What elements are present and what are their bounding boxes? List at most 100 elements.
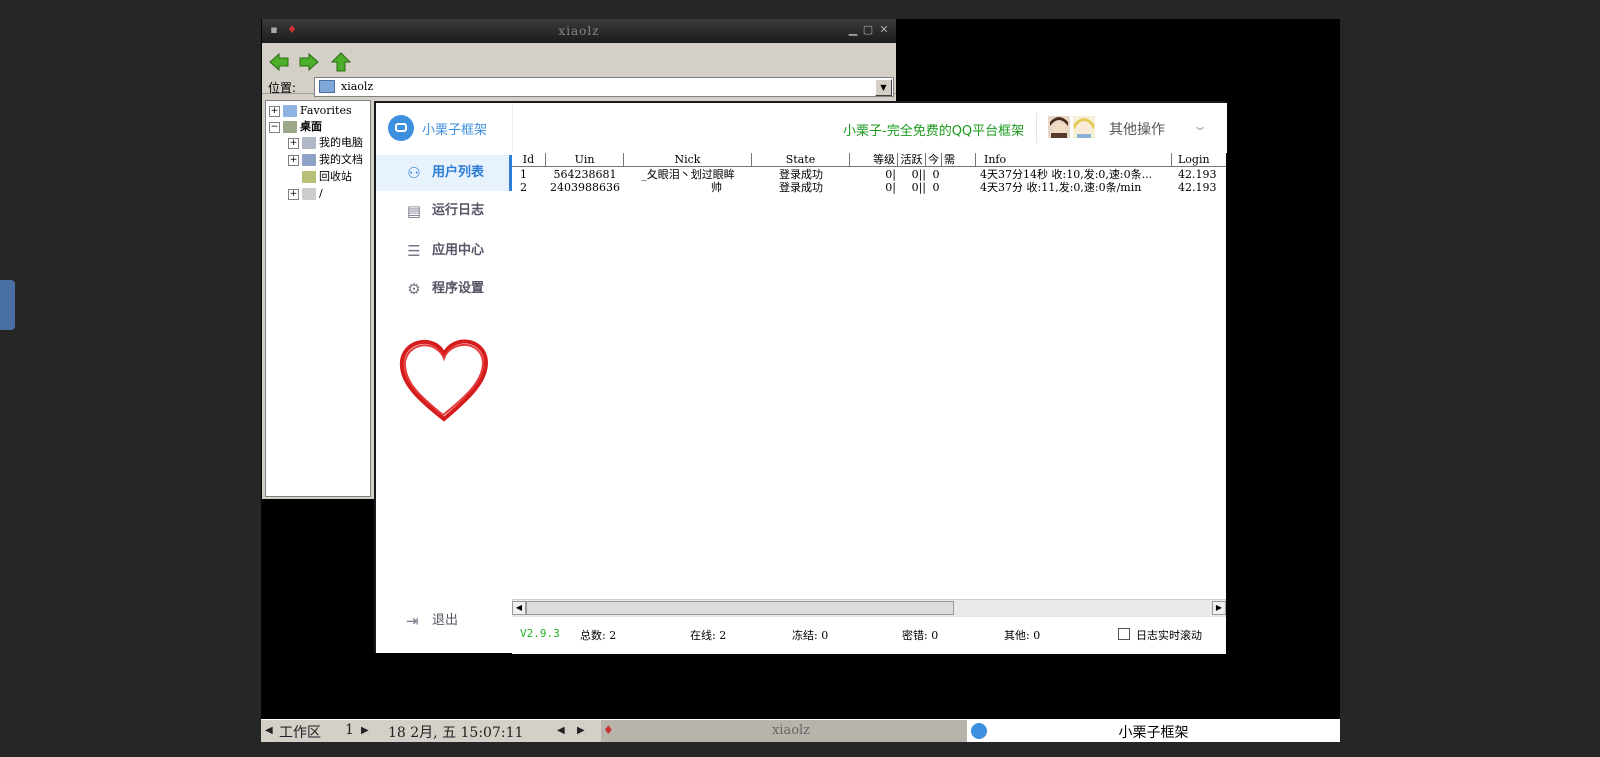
cell-active[interactable]: 0|| [898,181,926,194]
version-label: V2.9.3 [520,627,560,640]
side-panel-handle[interactable] [0,280,15,330]
user-icon: ⚇ [407,164,421,182]
taskbar-window-xiaolz[interactable]: ♦ xiaolz [601,720,981,742]
cell-id[interactable]: 1 [520,168,527,181]
cell-state[interactable]: 登录成功 [752,181,850,194]
cell-state[interactable]: 登录成功 [752,168,850,181]
cell-level[interactable]: 0| [850,181,896,194]
task-prev-icon[interactable]: ◀ [557,725,565,736]
taskbar-window-xiaolizi[interactable]: 小栗子框架 [967,720,1340,742]
cell-level[interactable]: 0| [850,168,896,181]
nav-settings[interactable]: ⚙ 程序设置 [376,271,512,307]
sidebar: 小栗子框架 ⚇ 用户列表 ▤ 运行日志 ☰ 应用中心 ⚙ 程序设置 ⇥ 退出 [376,103,512,653]
taskbar: ◀ 工作区 1 ▶ 18 2月, 五 15:07:11 ◀ ▶ ♦ xiaolz… [261,719,1340,742]
app-header: 小栗子-完全免费的QQ平台框架 其他操作 ⌄ [512,103,1227,153]
cell-nick[interactable]: _夂眼泪丶划过眼眸 [624,168,752,181]
cell-id[interactable]: 2 [520,181,527,194]
cell-active[interactable]: 0|| [898,168,926,181]
nav-app-center[interactable]: ☰ 应用中心 [376,233,512,269]
nav-label: 程序设置 [432,281,485,296]
cell-need[interactable] [942,181,976,194]
cell-login[interactable]: 42.193 [1178,168,1226,181]
column-header-need[interactable]: 需 [942,153,976,167]
avatar-boy-icon[interactable] [1048,116,1070,138]
cell-login[interactable]: 42.193 [1178,181,1226,194]
online-count: 在线: 2 [690,629,727,642]
workspace-next-icon[interactable]: ▶ [361,725,369,736]
back-arrow-icon[interactable] [268,51,290,73]
list-icon: ☰ [407,242,421,260]
folder-icon [283,105,297,117]
user-table: Id Uin Nick State 等级 活跃 今 需 Info Login 1… [512,153,1226,599]
column-header-today[interactable]: 今 [926,153,942,167]
tree-node-recycle-bin[interactable]: 回收站 [302,169,352,185]
tree-node-favorites[interactable]: + Favorites [269,103,352,119]
logout-button[interactable]: ⇥ 退出 [376,603,512,639]
column-header-id[interactable]: Id [512,153,546,167]
log-scroll-checkbox[interactable] [1118,628,1130,640]
column-header-active[interactable]: 活跃 [898,153,926,167]
scroll-left-icon[interactable]: ◀ [512,601,526,615]
other-count: 其他: 0 [1004,629,1041,642]
workspace-label[interactable]: 工作区 [279,722,321,742]
tree-node-root[interactable]: + / [288,186,323,202]
collapse-icon[interactable]: − [269,121,280,133]
tree-node-my-documents[interactable]: + 我的文档 [288,152,363,168]
cell-today[interactable]: 0 [930,181,942,194]
cell-uin[interactable]: 2403988636 [546,181,624,194]
logo-robot-icon [388,115,414,141]
cell-need[interactable] [942,168,976,181]
drive-icon [302,188,316,200]
column-header-state[interactable]: State [752,153,850,167]
chevron-down-icon[interactable]: ⌄ [1192,119,1208,133]
column-header-info[interactable]: Info [976,153,1172,167]
workspace-number[interactable]: 1 [345,722,354,738]
expand-icon[interactable]: + [288,154,299,166]
file-manager-titlebar[interactable]: ▪ ♦ xiaolz ▁ ▢ ✕ [262,19,896,43]
maximize-icon[interactable]: ▢ [862,24,874,36]
nav-label: 应用中心 [432,243,485,258]
column-header-level[interactable]: 等级 [850,153,898,167]
scrollbar-thumb[interactable] [526,601,954,615]
cell-info[interactable]: 4天37分14秒 收:10,发:0,速:0条... [980,168,1172,181]
dropdown-arrow-icon[interactable]: ▼ [875,79,892,96]
column-header-login[interactable]: Login [1172,153,1226,167]
cell-today[interactable]: 0 [930,168,942,181]
location-combobox[interactable]: xiaolz ▼ [314,77,894,97]
horizontal-scrollbar[interactable]: ◀ ▶ [512,599,1226,616]
expand-icon[interactable]: + [288,137,299,149]
recycle-bin-icon [302,171,316,183]
folder-tree: + Favorites − 桌面 + 我的电脑 + 我的文档 回收站 + / [265,100,371,497]
scroll-right-icon[interactable]: ▶ [1212,601,1226,615]
expand-icon[interactable]: + [269,105,280,117]
header-divider [1036,113,1037,143]
task-next-icon[interactable]: ▶ [577,725,585,736]
column-header-uin[interactable]: Uin [546,153,624,167]
gear-icon: ⚙ [407,280,421,298]
status-bar: V2.9.3 总数: 2 在线: 2 冻结: 0 密错: 0 其他: 0 日志实… [512,616,1226,654]
cell-uin[interactable]: 564238681 [546,168,624,181]
location-label: 位置: [268,81,297,95]
cell-nick[interactable]: 帅 [624,181,752,194]
other-operations-menu[interactable]: 其他操作 [1109,119,1165,139]
tree-node-desktop[interactable]: − 桌面 [269,119,322,135]
total-count: 总数: 2 [580,629,617,642]
location-value: xiaolz [341,80,374,93]
column-header-nick[interactable]: Nick [624,153,752,167]
up-arrow-icon[interactable] [330,51,352,73]
cell-info[interactable]: 4天37分 收:11,发:0,速:0条/min [980,181,1172,194]
nav-run-log[interactable]: ▤ 运行日志 [376,193,512,229]
forward-arrow-icon[interactable] [298,51,320,73]
tree-node-my-computer[interactable]: + 我的电脑 [288,135,363,151]
slogan-text: 小栗子-完全免费的QQ平台框架 [843,124,1025,139]
documents-icon [302,154,316,166]
avatar-girl-icon[interactable] [1073,116,1095,138]
expand-icon[interactable]: + [288,188,299,200]
minimize-icon[interactable]: ▁ [847,24,859,36]
log-scroll-label: 日志实时滚动 [1136,629,1202,642]
workspace-prev-icon[interactable]: ◀ [265,725,273,736]
close-icon[interactable]: ✕ [878,24,890,36]
desktop-icon [283,121,297,133]
nav-user-list[interactable]: ⚇ 用户列表 [376,155,512,191]
folder-icon [319,80,335,93]
